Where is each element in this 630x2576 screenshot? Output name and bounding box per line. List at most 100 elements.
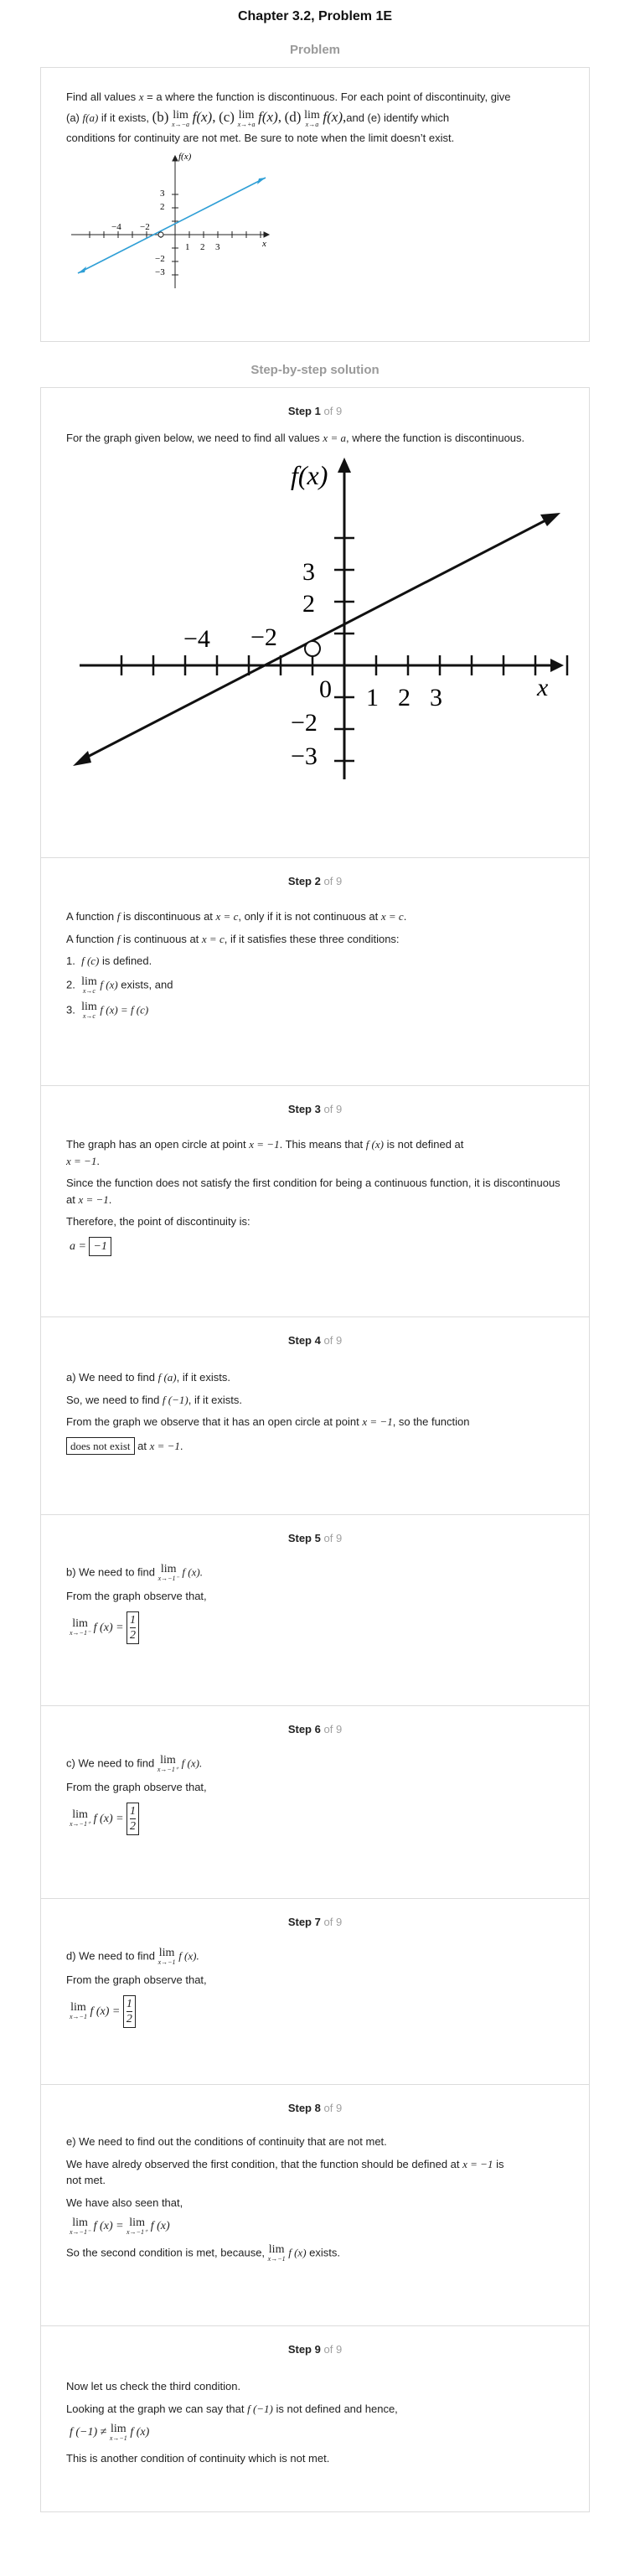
step-8: Step 8 of 9 e) We need to find out the c… <box>41 2084 589 2325</box>
problem-text-segment: Find all values <box>66 91 139 103</box>
step-header: Step 4 of 9 <box>66 1317 564 1359</box>
problem-text-segment: where the function is discontinuous. For… <box>162 91 511 103</box>
math-inline: f (x) <box>288 2246 307 2259</box>
math-inline: x = c <box>380 910 404 923</box>
limit-left: lim x→−a <box>172 110 189 128</box>
step-text: e) We need to find out the conditions of… <box>66 2135 387 2148</box>
lim-word: lim <box>70 2001 86 2015</box>
lim-sub: x→−1⁺ <box>157 1766 179 1773</box>
math-inline: x = −1 <box>362 1415 393 1428</box>
solution-page: Chapter 3.2, Problem 1E Problem Find all… <box>0 0 630 2576</box>
text-segment: Since the function does not satisfy the … <box>66 1177 560 1206</box>
text-segment: b) We need to find <box>66 1565 158 1579</box>
math-inline: f (x) <box>365 1138 384 1151</box>
step-body: e) We need to find out the conditions of… <box>66 2127 564 2263</box>
arrow-head-icon <box>540 512 560 526</box>
step-word: Step <box>287 405 312 417</box>
text-segment: We have alredy observed the first condit… <box>66 2157 463 2170</box>
step-number: 5 <box>314 1532 321 1544</box>
text-segment: . This means that <box>279 1138 366 1151</box>
lim-sub: x→−1 <box>109 2434 127 2442</box>
math-inline: x = −1 <box>149 1439 180 1452</box>
text-segment: So the second condition is met, because, <box>66 2246 268 2259</box>
text-segment: not met. <box>66 2174 106 2186</box>
text-segment: . <box>403 910 407 923</box>
problem-text-segment: if it exists, <box>98 111 149 125</box>
step-header: Step 3 of 9 <box>66 1086 564 1128</box>
math-inline: f (x) <box>150 2220 170 2233</box>
lim-word: lim <box>268 2243 285 2256</box>
text-segment: . <box>96 1154 100 1167</box>
step-text: We have alredy observed the first condit… <box>66 2156 564 2189</box>
step-word: Step <box>287 1532 312 1544</box>
limit: lim x→−1⁺ <box>127 2217 147 2236</box>
chapter-title: Chapter 3.2, Problem 1E <box>237 9 393 23</box>
solution-heading: Step-by-step solution <box>250 363 380 377</box>
step-text: From the graph observe that, <box>66 1590 207 1602</box>
step-2: Step 2 of 9 A function f is discontinuou… <box>41 857 589 1085</box>
list-number: 3. <box>66 1002 75 1016</box>
condition-item: 2. lim x→c f (x) exists, and <box>66 975 564 995</box>
math-inline: x = −1 <box>462 2157 493 2170</box>
tick-label: 2 <box>398 684 411 711</box>
text-segment: exists. <box>306 2246 340 2259</box>
tick-label: 3 <box>160 189 165 199</box>
steps-container: Step 1 of 9 For the graph given below, w… <box>40 387 590 2512</box>
tick-label: 2 <box>160 202 165 212</box>
limit: lim x→c <box>81 975 97 995</box>
limit: lim x→c <box>81 1001 97 1020</box>
text-segment: d) We need to find <box>66 1949 158 1963</box>
limit: lim x→−1 <box>268 2244 286 2263</box>
text-segment: is not defined and hence, <box>272 2402 398 2415</box>
limit: lim x→−1 <box>158 1948 176 1966</box>
step-7: Step 7 of 9 d) We need to find lim x→−1 f… <box>41 1898 589 2084</box>
list-number: 2. <box>66 977 75 991</box>
limit-right: lim x→+a <box>238 110 256 128</box>
tick-label: −2 <box>250 623 277 651</box>
step-number: 3 <box>314 1103 321 1115</box>
tick-label: 1 <box>366 684 379 711</box>
lim-word: lim <box>304 109 320 122</box>
math-inline: x = c <box>215 910 239 923</box>
step-text: Since the function does not satisfy the … <box>66 1175 564 1208</box>
step-number: 6 <box>314 1723 321 1735</box>
math-inline: f (c) <box>81 954 100 967</box>
step-header: Step 2 of 9 <box>66 858 564 900</box>
graph-fx-label: f(x) <box>178 153 192 162</box>
problem-math-fx: f(x) <box>192 109 213 126</box>
step-of: of 9 <box>323 1103 343 1115</box>
text-segment: From the graph we observe that it has an… <box>66 1415 363 1428</box>
math-inline: x = c <box>201 932 225 945</box>
step-of: of 9 <box>323 1334 343 1347</box>
math-inline: f (x). <box>182 1565 203 1579</box>
step-4: Step 4 of 9 a) We need to find f (a), if… <box>41 1316 589 1514</box>
math-inline: x = a <box>323 432 346 444</box>
tick-label: −3 <box>155 267 165 277</box>
lim-word: lim <box>111 2423 127 2435</box>
text-segment: is defined. <box>99 954 152 967</box>
numerator: 1 <box>130 1613 137 1627</box>
step-text: b) We need to find lim x→−1⁻ f (x). <box>66 1564 564 1582</box>
step-text: Looking at the graph we can say that f (… <box>66 2401 564 2418</box>
limit: lim x→−1⁺ <box>70 1809 90 1828</box>
step-text: This is another condition of continuity … <box>66 2452 330 2465</box>
step-word: Step <box>287 1334 312 1347</box>
lim-sub: x→−1⁻ <box>158 1575 179 1582</box>
denominator: 2 <box>126 2012 132 2025</box>
boxed-answer: does not exist <box>66 1436 135 1455</box>
math-inline: f (x) = f (c) <box>100 1002 149 1016</box>
step-5: Step 5 of 9 b) We need to find lim x→−1⁻ … <box>41 1514 589 1705</box>
step-text: Now let us check the third condition. <box>66 2380 241 2392</box>
text-segment: . <box>108 1192 112 1206</box>
step-body: A function f is discontinuous at x = c, … <box>66 900 564 1020</box>
step-text: We have also seen that, <box>66 2196 183 2209</box>
step-number: 9 <box>314 2343 321 2356</box>
text-segment: a) We need to find <box>66 1371 158 1384</box>
tick-label: −3 <box>291 742 318 770</box>
limit-equation: lim x→−1⁻ f (x) = lim x→−1⁺ f (x) <box>70 2217 564 2236</box>
boxed-fraction: 12 <box>127 1802 140 1836</box>
problem-part-b: (b) <box>152 109 169 126</box>
step-9: Step 9 of 9 Now let us check the third c… <box>41 2325 589 2511</box>
text-segment: A function <box>66 910 117 923</box>
lim-word: lim <box>72 2216 88 2229</box>
